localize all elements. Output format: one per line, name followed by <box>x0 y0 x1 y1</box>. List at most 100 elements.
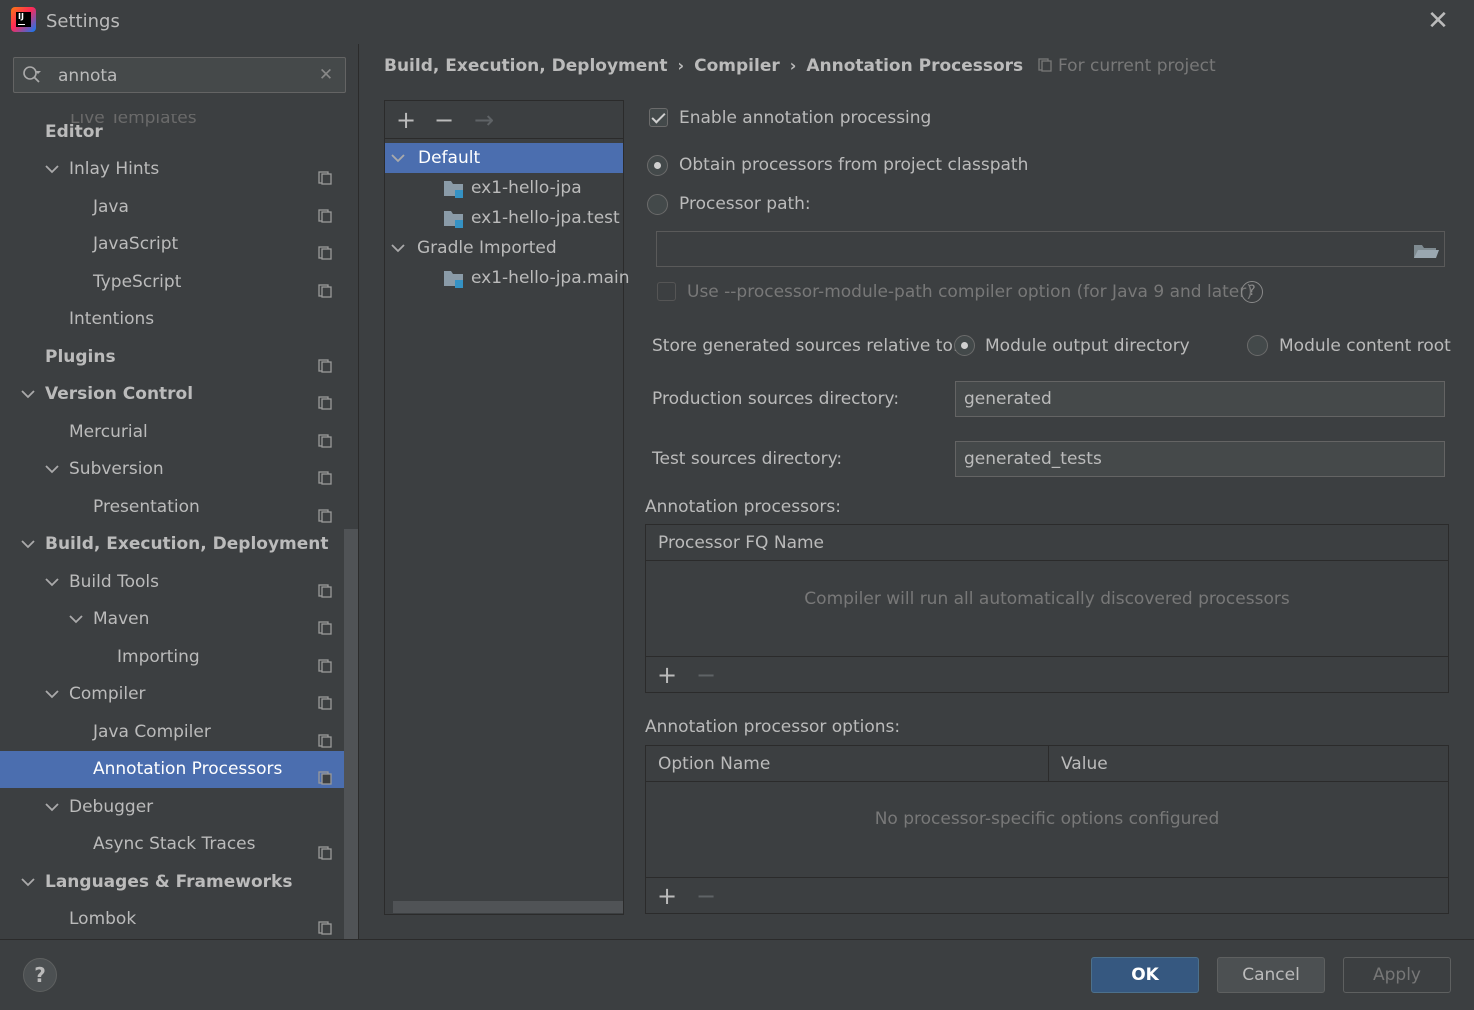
processor-path-field[interactable] <box>656 231 1445 267</box>
remove-option-button[interactable]: − <box>693 881 719 911</box>
sidebar-item-async-stack-traces[interactable]: Async Stack Traces <box>0 826 344 863</box>
value-header[interactable]: Value <box>1049 746 1448 782</box>
breadcrumb: Build, Execution, Deployment › Compiler › An… <box>384 56 1023 82</box>
processor-options-table: Option Name Value No processor-specific … <box>645 745 1449 914</box>
sidebar-item-version-control[interactable]: Version Control <box>0 376 344 413</box>
enable-annotation-processing-label[interactable]: Enable annotation processing <box>679 108 931 128</box>
sidebar-item-presentation[interactable]: Presentation <box>0 489 344 526</box>
sidebar-item-importing[interactable]: Importing <box>0 639 344 676</box>
module-output-directory-label[interactable]: Module output directory <box>985 336 1190 356</box>
processors-empty-text: Compiler will run all automatically disc… <box>804 589 1290 609</box>
add-processor-button[interactable]: + <box>654 660 680 690</box>
chevron-down-icon[interactable] <box>45 564 61 601</box>
close-icon[interactable]: ✕ <box>1424 6 1452 36</box>
add-option-button[interactable]: + <box>654 881 680 911</box>
options-empty-text: No processor-specific options configured <box>874 809 1220 829</box>
sidebar-item-java[interactable]: Java <box>0 189 344 226</box>
sidebar-item-label: Presentation <box>93 497 200 517</box>
enable-annotation-processing-checkbox[interactable] <box>649 108 668 127</box>
sidebar-item-label: Editor <box>45 122 103 142</box>
chevron-down-icon[interactable] <box>69 601 85 638</box>
project-level-icon <box>318 837 332 860</box>
chevron-down-icon[interactable] <box>391 233 407 263</box>
clear-search-icon[interactable]: ✕ <box>316 62 336 88</box>
scope-label: For current project <box>1058 56 1216 76</box>
folder-browse-icon[interactable] <box>1412 240 1440 262</box>
processor-path-radio[interactable] <box>647 194 668 215</box>
module-content-root-label[interactable]: Module content root <box>1279 336 1451 356</box>
sidebar-item-compiler[interactable]: Compiler <box>0 676 344 713</box>
sidebar-item-debugger[interactable]: Debugger <box>0 789 344 826</box>
chevron-down-icon[interactable] <box>45 151 61 188</box>
ok-button[interactable]: OK <box>1091 957 1199 993</box>
profile-item-label: Default <box>418 148 481 168</box>
apply-button[interactable]: Apply <box>1343 957 1451 993</box>
sidebar-item-java-compiler[interactable]: Java Compiler <box>0 714 344 751</box>
sidebar-item-mercurial[interactable]: Mercurial <box>0 414 344 451</box>
chevron-down-icon[interactable] <box>391 143 407 173</box>
sidebar-item-annotation-processors[interactable]: Annotation Processors <box>0 751 344 788</box>
profile-item-ex1-hello-jpa-main[interactable]: ex1-hello-jpa.main <box>385 263 630 293</box>
obtain-from-classpath-radio[interactable] <box>647 155 668 176</box>
breadcrumb-separator: › <box>789 56 797 75</box>
profiles-panel: + − → Default ex1-hello-jpa ex1-hello-jpa.… <box>384 100 630 915</box>
sidebar-item-build-execution-deployment[interactable]: Build, Execution, Deployment <box>0 526 344 563</box>
sidebar-item-label: Build Tools <box>69 572 159 592</box>
sidebar-item-javascript[interactable]: JavaScript <box>0 226 344 263</box>
module-content-root-radio[interactable] <box>1247 335 1268 356</box>
sidebar-item-typescript[interactable]: TypeScript <box>0 264 344 301</box>
sidebar-item-label: Mercurial <box>69 422 148 442</box>
sidebar-item-languages-frameworks[interactable]: Languages & Frameworks <box>0 864 344 901</box>
sidebar-item-inlay-hints[interactable]: Inlay Hints <box>0 151 344 188</box>
sidebar-item-maven[interactable]: Maven <box>0 601 344 638</box>
footer-separator <box>0 939 1474 940</box>
sidebar-item-intentions[interactable]: Intentions <box>0 301 344 338</box>
profiles-horizontal-scrollbar[interactable] <box>393 901 623 913</box>
sidebar-item-build-tools[interactable]: Build Tools <box>0 564 344 601</box>
add-profile-button[interactable]: + <box>393 105 419 135</box>
profile-item-ex1-hello-jpa[interactable]: ex1-hello-jpa <box>385 173 623 203</box>
options-table-toolbar: + − <box>646 877 1448 913</box>
processor-module-path-checkbox[interactable] <box>657 282 676 301</box>
sidebar-item-plugins[interactable]: Plugins <box>0 339 344 376</box>
project-level-icon <box>318 350 332 373</box>
chevron-down-icon[interactable] <box>45 451 61 488</box>
test-sources-field[interactable] <box>955 441 1445 477</box>
search-input[interactable] <box>58 63 308 89</box>
chevron-down-icon[interactable] <box>21 376 37 413</box>
module-folder-icon <box>443 269 465 289</box>
option-name-header[interactable]: Option Name <box>646 746 1049 782</box>
profile-item-default[interactable]: Default <box>385 143 623 173</box>
breadcrumb-item-annotation-processors: Annotation Processors <box>806 56 1024 76</box>
chevron-down-icon[interactable] <box>45 789 61 826</box>
remove-processor-button[interactable]: − <box>693 660 719 690</box>
profile-item-label: ex1-hello-jpa.test <box>471 208 620 228</box>
intellij-logo-icon: IJ <box>11 7 36 32</box>
sidebar-item-label: Lombok <box>69 909 137 929</box>
sidebar-scrollbar[interactable] <box>344 529 358 939</box>
scrollbar-thumb[interactable] <box>344 529 358 939</box>
help-icon[interactable]: ? <box>1241 281 1263 303</box>
settings-tree: Live Templates Editor Inlay Hints Java Java… <box>0 114 344 939</box>
obtain-from-classpath-label[interactable]: Obtain processors from project classpath <box>679 155 1028 175</box>
sidebar-item-editor[interactable]: Editor <box>0 114 344 151</box>
profile-item-gradle-imported[interactable]: Gradle Imported <box>385 233 623 263</box>
processor-path-label[interactable]: Processor path: <box>679 194 811 214</box>
cancel-button[interactable]: Cancel <box>1217 957 1325 993</box>
profile-item-ex1-hello-jpa-test[interactable]: ex1-hello-jpa.test <box>385 203 623 233</box>
sidebar-item-lombok[interactable]: Lombok <box>0 901 344 938</box>
processor-fq-name-header[interactable]: Processor FQ Name <box>646 525 1448 561</box>
move-to-profile-button[interactable]: → <box>471 105 497 135</box>
module-output-directory-radio[interactable] <box>954 335 975 356</box>
processor-module-path-label[interactable]: Use --processor-module-path compiler opt… <box>687 282 1253 302</box>
help-button[interactable]: ? <box>23 958 57 992</box>
chevron-down-icon[interactable] <box>21 526 37 563</box>
remove-profile-button[interactable]: − <box>431 105 457 135</box>
chevron-down-icon[interactable] <box>45 676 61 713</box>
production-sources-field[interactable] <box>955 381 1445 417</box>
sidebar-item-subversion[interactable]: Subversion <box>0 451 344 488</box>
chevron-down-icon[interactable] <box>21 864 37 901</box>
breadcrumb-item-compiler[interactable]: Compiler <box>694 56 780 76</box>
breadcrumb-item-build[interactable]: Build, Execution, Deployment <box>384 56 668 76</box>
search-box[interactable]: ✕ <box>13 57 346 93</box>
